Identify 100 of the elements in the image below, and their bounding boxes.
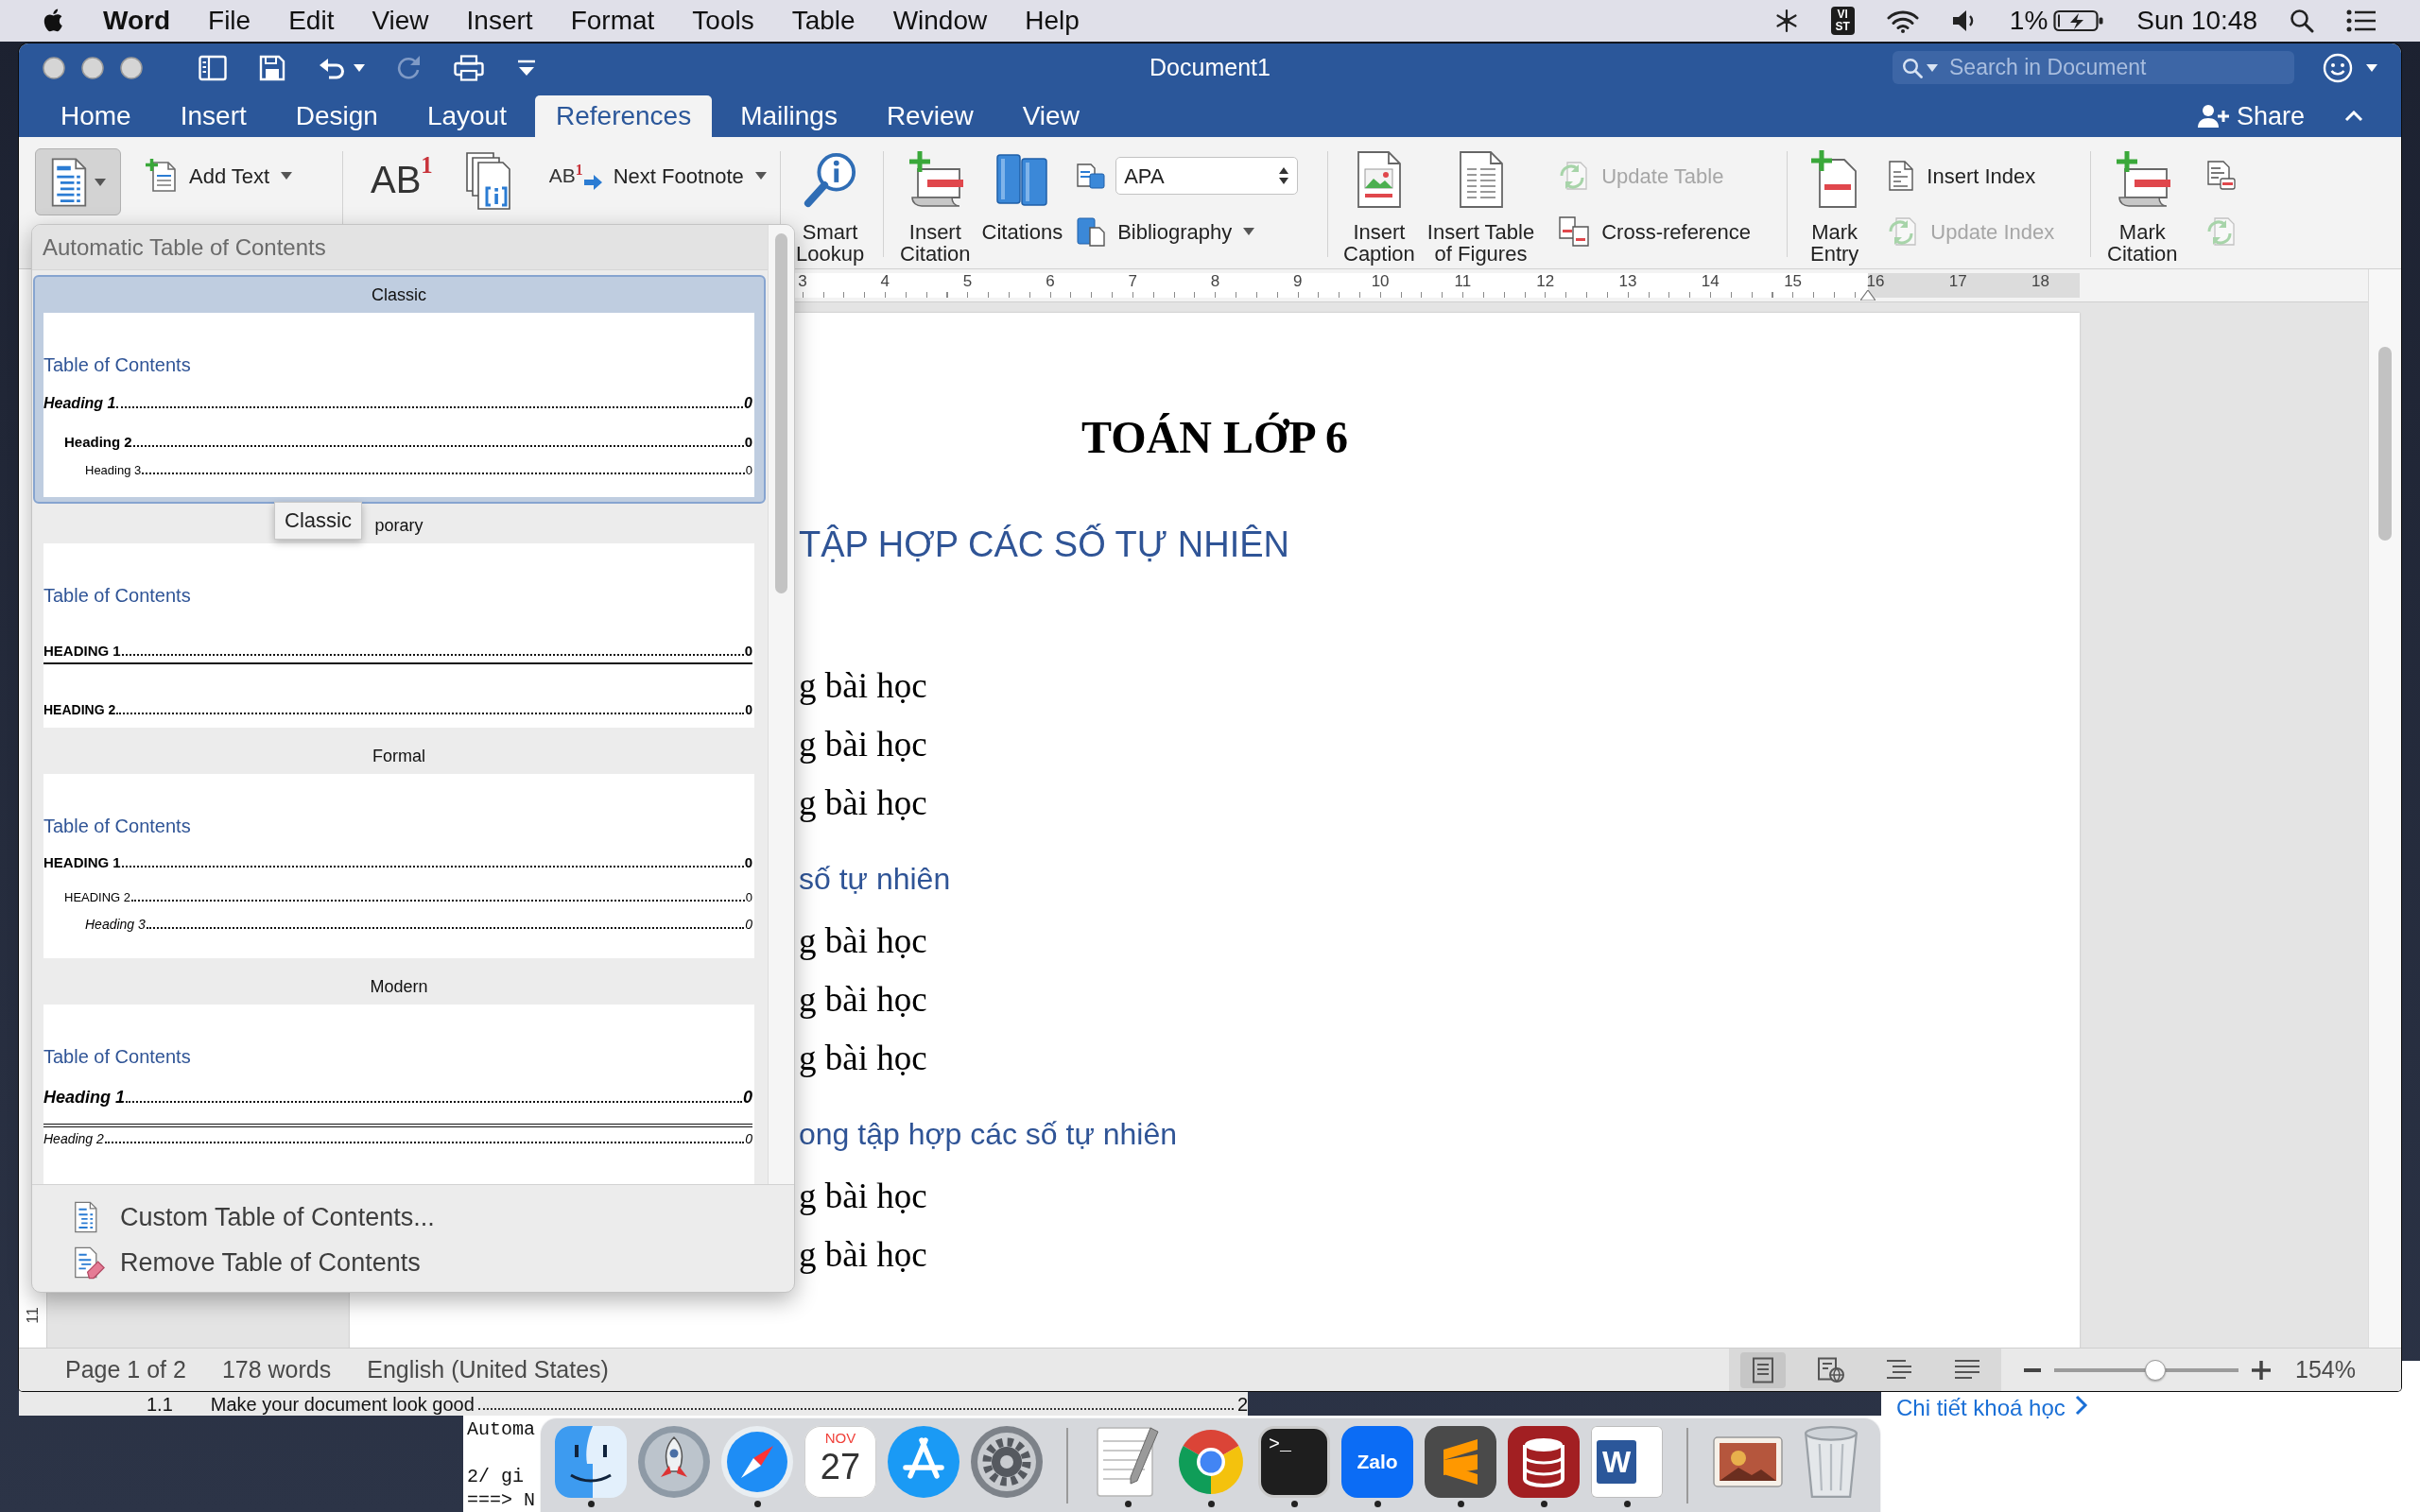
menu-item[interactable]: Table [791,1,856,41]
menu-item[interactable]: Format [570,1,655,41]
menu-item[interactable]: Help [1025,1,1080,41]
asterisk-icon[interactable] [1773,9,1799,33]
ribbon-tab[interactable]: Review [865,95,994,137]
caret-icon[interactable] [1927,64,1938,72]
ribbon-tab[interactable]: Design [274,95,399,137]
insert-index-button[interactable]: Insert Index [1883,154,2059,198]
toc-style-preview[interactable]: Table of Contents Heading 1 0 Heading 2 0 [43,1005,754,1184]
menu-item[interactable]: Remove Table of Contents [32,1240,440,1285]
mark-entry-button[interactable]: Mark Entry [1806,137,1863,265]
terminal-line: Automa [467,1418,535,1441]
menu-item[interactable]: Edit [288,1,335,41]
compass-icon[interactable] [721,1426,793,1498]
cross-reference-button[interactable]: Cross-reference [1554,210,1754,253]
insert-footnote-button[interactable]: AB$^{1}$ [367,137,437,209]
menu-clock[interactable]: Sun 10:48 [2136,1,2257,41]
window-close-button[interactable] [43,56,65,79]
calendar-icon[interactable]: NOV 27 [804,1426,876,1498]
ribbon-tab[interactable]: References [535,95,713,137]
toc-page-number: 0 [745,916,752,934]
list-icon[interactable] [2346,9,2377,32]
table-of-figures-button[interactable]: Insert Table of Figures [1423,137,1539,265]
menu-item[interactable]: Custom Table of Contents... [32,1194,454,1240]
menu-item[interactable]: View [372,1,429,41]
chevron-right-icon[interactable] [2074,1395,2088,1416]
language-status[interactable]: English (United States) [367,1351,609,1388]
toc-page-number: 0 [744,394,752,413]
printer-icon[interactable] [454,54,484,81]
smiley-icon[interactable] [2323,52,2353,83]
ruler-number: 10 [1371,272,1390,291]
caret-icon[interactable] [1243,228,1255,235]
ribbon-tab[interactable]: Insert [159,95,268,137]
input-source-menu[interactable]: VI ST [1830,7,1855,35]
ribbon-tab[interactable]: Layout [406,95,527,137]
search-field[interactable]: Search in Document [1893,51,2294,84]
selected-style-option[interactable]: Classic Table of Contents Heading 1 0 Heading 2 0 Heading 3 0 [33,275,766,504]
caret-icon[interactable] [281,172,293,180]
table-of-contents-button[interactable] [35,148,121,215]
word-count[interactable]: 178 words [221,1351,332,1388]
sidebar-icon[interactable] [199,54,227,81]
battery-percentage[interactable]: 1% [2009,1,2048,41]
caret-icon[interactable] [95,178,106,186]
mark-citation-button[interactable]: Mark Citation [2103,137,2182,265]
scrollbar-thumb[interactable] [2378,347,2392,541]
window-zoom-button[interactable] [120,56,143,79]
window-minimize-button[interactable] [81,56,104,79]
bibliography-button[interactable]: Bibliography [1072,210,1299,253]
next-footnote-button[interactable]: AB$^{1}$ Next Footnote [544,154,770,198]
style-name: porary [374,514,424,537]
zoom-percentage[interactable]: 154% [2295,1351,2356,1388]
menu-item[interactable]: Tools [692,1,754,41]
smiling-face-icon[interactable] [555,1426,627,1498]
toc-page-number: 0 [745,701,752,719]
scrollbar-thumb[interactable] [775,233,787,593]
ribbon-tab[interactable]: Mailings [719,95,858,137]
menu-item[interactable]: Window [892,1,988,41]
document-app-icon[interactable]: W [1591,1426,1663,1498]
terminal-icon[interactable]: >_ [1258,1426,1330,1498]
battery-icon[interactable] [2053,9,2105,33]
chevron-up-icon[interactable] [2344,111,2363,122]
wifi-icon[interactable] [1886,9,1919,33]
insert-citation-button[interactable]: Insert Citation [896,137,975,265]
app-menu[interactable]: Word [103,1,171,41]
ribbon-tab[interactable]: Home [40,95,152,137]
stripes-icon[interactable] [1425,1426,1496,1498]
rocket-icon[interactable] [638,1426,710,1498]
caret-icon[interactable] [354,63,365,72]
caret-icon[interactable] [754,172,767,180]
apple-logo-icon[interactable] [42,8,62,34]
citation-style-dropdown[interactable]: APA [1115,157,1299,195]
ribbon-tab[interactable]: View [1001,95,1100,137]
smart-lookup-button[interactable]: Smart Lookup [792,137,869,265]
plus-icon[interactable] [2252,1360,2272,1380]
course-details-link[interactable]: Chi tiết khoá học [1896,1395,2066,1421]
gear-icon[interactable] [971,1426,1043,1498]
toc-style-preview[interactable]: Table of Contents HEADING 1 0 HEADING 2 0 [43,543,754,728]
menu-item[interactable]: File [208,1,251,41]
caret-icon[interactable] [2366,63,2377,72]
body-text: g bài học [799,665,927,707]
citations-button[interactable]: Citations [977,137,1067,243]
toc-style-preview[interactable]: Table of Contents HEADING 1 0 HEADING 2 0 Heading 3 0 [43,774,754,958]
body-text: g bài học [799,979,927,1021]
chat-app-icon[interactable]: Zalo [1341,1426,1413,1498]
database-icon[interactable] [1508,1426,1580,1498]
a-shape-icon[interactable] [888,1426,959,1498]
print-layout-button[interactable] [1740,1351,1787,1388]
ruler-number: 5 [962,272,973,291]
menu-item[interactable]: Insert [466,1,533,41]
share-button[interactable]: Share [2192,95,2308,137]
add-text-button[interactable]: Add Text [142,154,297,198]
zoom-slider-thumb[interactable] [2145,1359,2167,1381]
insert-caption-button[interactable]: Insert Caption [1340,137,1419,265]
indent-marker-icon[interactable] [1860,290,1876,301]
save-icon[interactable] [259,54,285,81]
page-count[interactable]: Page 1 of 2 [65,1351,186,1388]
minus-icon[interactable] [2024,1367,2042,1372]
search-icon[interactable] [2290,9,2314,33]
toc-style-preview[interactable]: Table of Contents Heading 1 0 Heading 2 0 Heading 3 0 [43,313,754,497]
outline-number: 1.1 [147,1395,173,1415]
